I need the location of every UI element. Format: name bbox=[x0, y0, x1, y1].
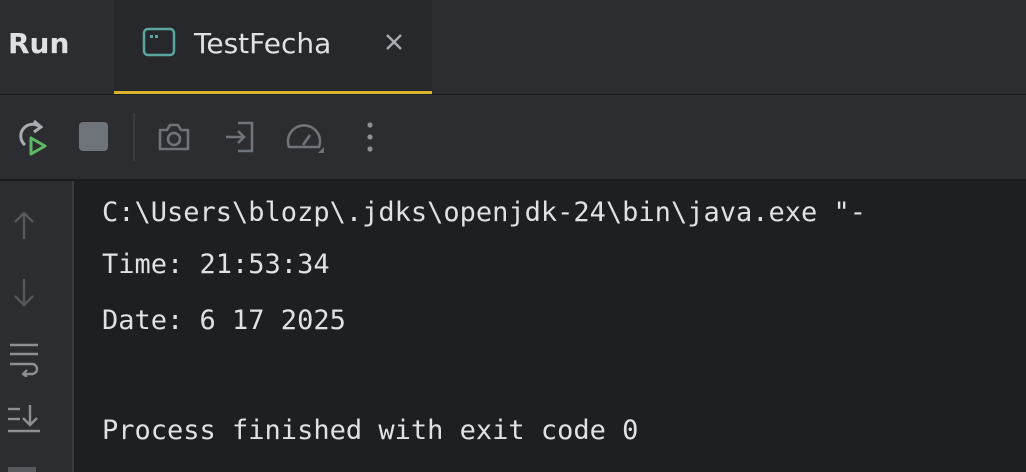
console-line-date: Date: 6 17 2025 bbox=[102, 305, 346, 336]
exit-icon[interactable] bbox=[218, 115, 262, 159]
more-vertical-icon[interactable] bbox=[348, 115, 392, 159]
arrow-up-icon[interactable] bbox=[4, 205, 44, 245]
console-output[interactable]: C:\Users\blozp\.jdks\openjdk-24\bin\java… bbox=[74, 181, 1026, 472]
console-line-time: Time: 21:53:34 bbox=[102, 249, 330, 280]
run-tab-bar: Run TestFecha bbox=[0, 0, 1026, 95]
console-line-command: C:\Users\blozp\.jdks\openjdk-24\bin\java… bbox=[102, 197, 867, 228]
rerun-icon[interactable] bbox=[12, 115, 56, 159]
console-side-toolbar bbox=[0, 181, 74, 472]
close-icon[interactable] bbox=[382, 30, 406, 54]
terminal-icon bbox=[142, 27, 176, 57]
camera-icon[interactable] bbox=[152, 115, 196, 159]
stop-icon[interactable] bbox=[72, 115, 116, 159]
tab-title: TestFecha bbox=[194, 27, 332, 60]
active-tab-indicator bbox=[114, 91, 432, 94]
run-tool-window: Run TestFecha C:\Users\blozp\.jdks\openj… bbox=[0, 0, 1026, 472]
tab-testfecha[interactable]: TestFecha bbox=[114, 0, 432, 94]
arrow-down-icon[interactable] bbox=[4, 273, 44, 313]
run-tool-window-title: Run bbox=[8, 27, 70, 60]
run-toolbar bbox=[0, 95, 1026, 181]
toolbar-separator bbox=[133, 113, 135, 161]
soft-wrap-icon[interactable] bbox=[4, 337, 44, 377]
gutter-next-icon-partial bbox=[8, 467, 36, 472]
scroll-to-end-icon[interactable] bbox=[4, 399, 44, 439]
gauge-icon[interactable] bbox=[282, 115, 326, 159]
console-line-exit: Process finished with exit code 0 bbox=[102, 415, 639, 446]
